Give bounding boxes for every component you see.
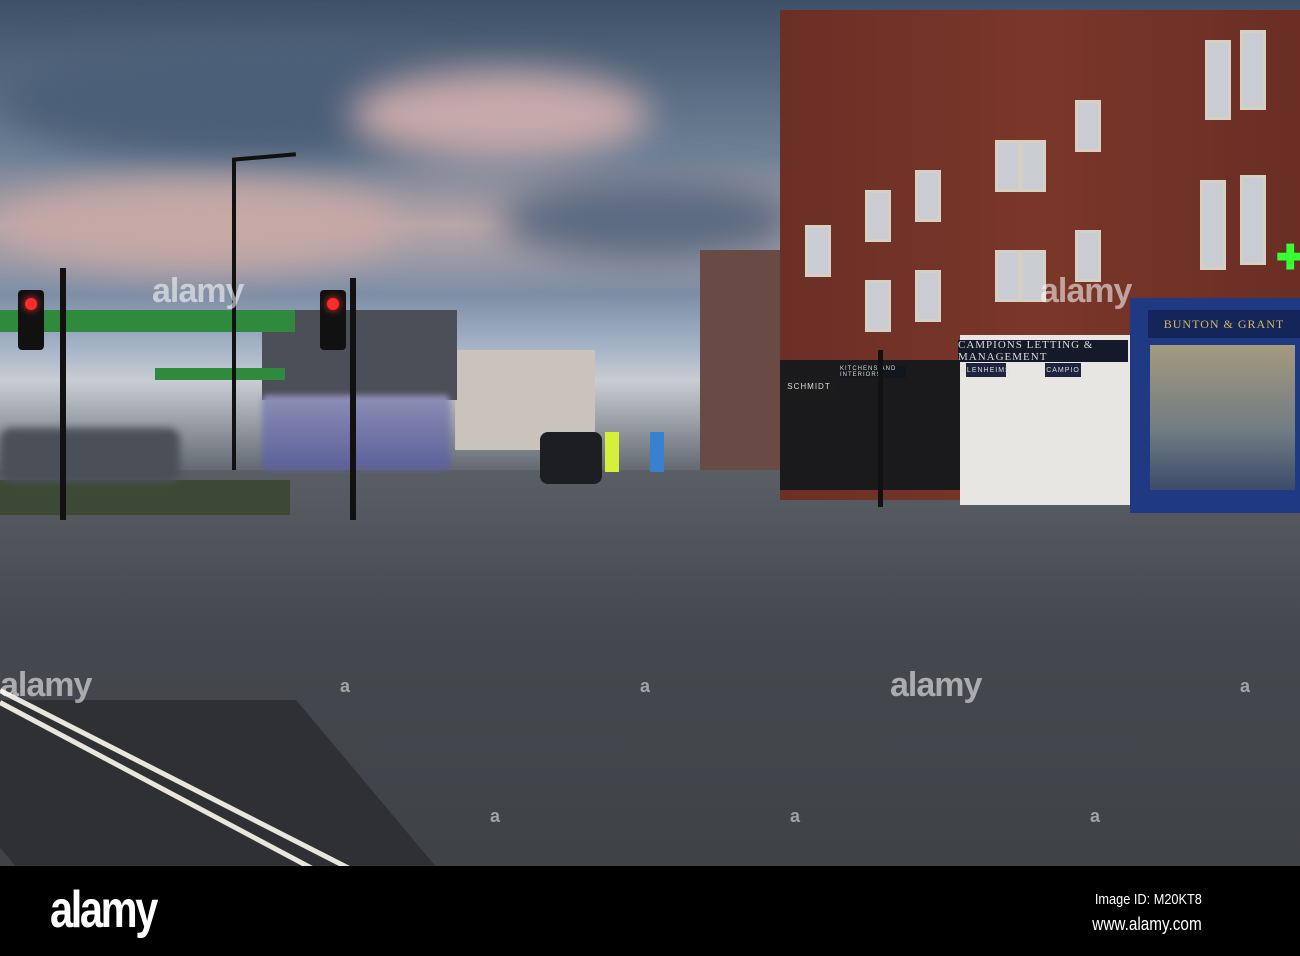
- traffic-light-pole: [60, 268, 66, 520]
- car: [540, 432, 602, 484]
- cyclist: [650, 432, 664, 472]
- petrol-station-canopy: [0, 310, 295, 332]
- pharmacy-cross-icon: ✚: [1276, 239, 1300, 277]
- bollard-pole: [878, 350, 883, 507]
- traffic-light: [320, 290, 346, 350]
- petrol-station-canopy: [155, 368, 285, 380]
- campions-sign: CAMPIONS LETTING & MANAGEMENT: [958, 339, 1128, 363]
- kitchens-sign: KITCHENS AND INTERIORS: [840, 366, 906, 378]
- street-lamp: [232, 160, 236, 470]
- watermark: alamy: [890, 666, 982, 704]
- watermark: alamy: [0, 666, 92, 704]
- traffic-light-pole: [350, 278, 356, 520]
- bunton-grant-sign: BUNTON & GRANT: [1148, 310, 1300, 338]
- cyclist: [605, 432, 619, 472]
- campions-small-sign: CAMPIO: [1045, 363, 1081, 377]
- cloud: [500, 180, 800, 260]
- watermark: alamy: [1040, 272, 1132, 310]
- moving-car: [0, 428, 180, 483]
- cloud: [350, 70, 650, 160]
- site-url: www.alamy.com: [1092, 914, 1202, 934]
- blenheims-sign: BLENHEIMS: [961, 363, 1010, 377]
- bus: [262, 395, 450, 470]
- alamy-logo: alamy: [50, 881, 158, 939]
- schmidt-sign: SCHMIDT: [784, 378, 834, 394]
- street-photo: ✚ BUNTON & GRANT CAMPIONS LETTING & MANA…: [0, 0, 1300, 866]
- shop-window: [1150, 345, 1295, 490]
- cloud: [0, 180, 400, 270]
- image-id: Image ID: M20KT8: [1094, 891, 1202, 908]
- distant-building: [700, 250, 790, 470]
- footer-bar: alamy Image ID: M20KT8 www.alamy.com: [0, 866, 1300, 956]
- traffic-light: [18, 290, 44, 350]
- grass-verge: [0, 480, 290, 515]
- watermark: alamy: [152, 272, 244, 310]
